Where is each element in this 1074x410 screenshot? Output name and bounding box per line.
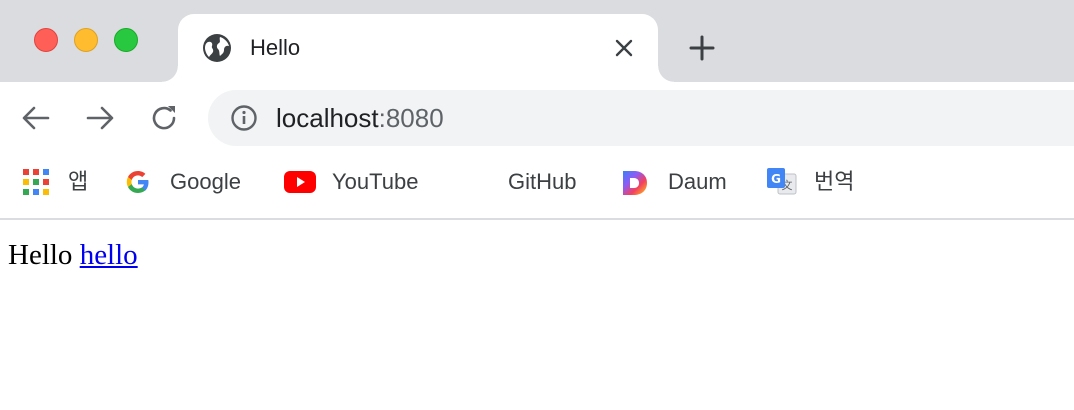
github-icon (462, 168, 490, 201)
globe-icon (202, 33, 232, 63)
arrow-left-icon[interactable] (20, 102, 52, 134)
info-icon[interactable] (230, 104, 258, 132)
url-text: localhost:8080 (276, 103, 444, 133)
bookmark-label: 번역 (814, 169, 855, 194)
bookmarks-bar: 앱 Google YouTube GitHub Daum 文 G 번역 (0, 154, 1074, 220)
bookmark-label: YouTube (332, 169, 419, 194)
page-content: Hello hello (8, 238, 138, 272)
window-close-button[interactable] (34, 28, 58, 52)
tab-strip: Hello (0, 0, 1074, 82)
bookmark-label: 앱 (68, 169, 89, 194)
tab-title: Hello (250, 35, 301, 60)
bookmark-label: Daum (668, 169, 727, 194)
bookmark-label: Google (170, 169, 241, 194)
bookmark-daum[interactable]: Daum (620, 154, 740, 210)
tab-hello[interactable]: Hello (162, 14, 674, 82)
hello-link[interactable]: hello (80, 239, 138, 271)
bookmark-translate[interactable]: 文 G 번역 (766, 154, 866, 210)
page-text: Hello (8, 239, 73, 271)
window-zoom-button[interactable] (114, 28, 138, 52)
reload-icon[interactable] (148, 102, 180, 134)
youtube-icon (284, 170, 316, 199)
google-icon (124, 168, 152, 201)
apps-grid-icon (22, 168, 50, 201)
window-minimize-button[interactable] (74, 28, 98, 52)
google-translate-icon: 文 G (766, 166, 798, 203)
plus-icon[interactable] (688, 34, 716, 62)
toolbar: localhost:8080 (0, 82, 1074, 154)
bookmark-label: GitHub (508, 169, 577, 194)
bookmark-apps[interactable]: 앱 (22, 154, 102, 210)
svg-text:G: G (771, 172, 781, 186)
url-host: localhost (276, 103, 379, 133)
bookmark-youtube[interactable]: YouTube (284, 154, 430, 210)
url-port: :8080 (378, 103, 444, 133)
arrow-right-icon[interactable] (84, 102, 116, 134)
address-bar[interactable]: localhost:8080 (208, 90, 1074, 146)
bookmark-google[interactable]: Google (124, 154, 254, 210)
bookmark-github[interactable]: GitHub (462, 154, 592, 210)
close-icon[interactable] (612, 36, 636, 60)
daum-icon (620, 168, 650, 203)
